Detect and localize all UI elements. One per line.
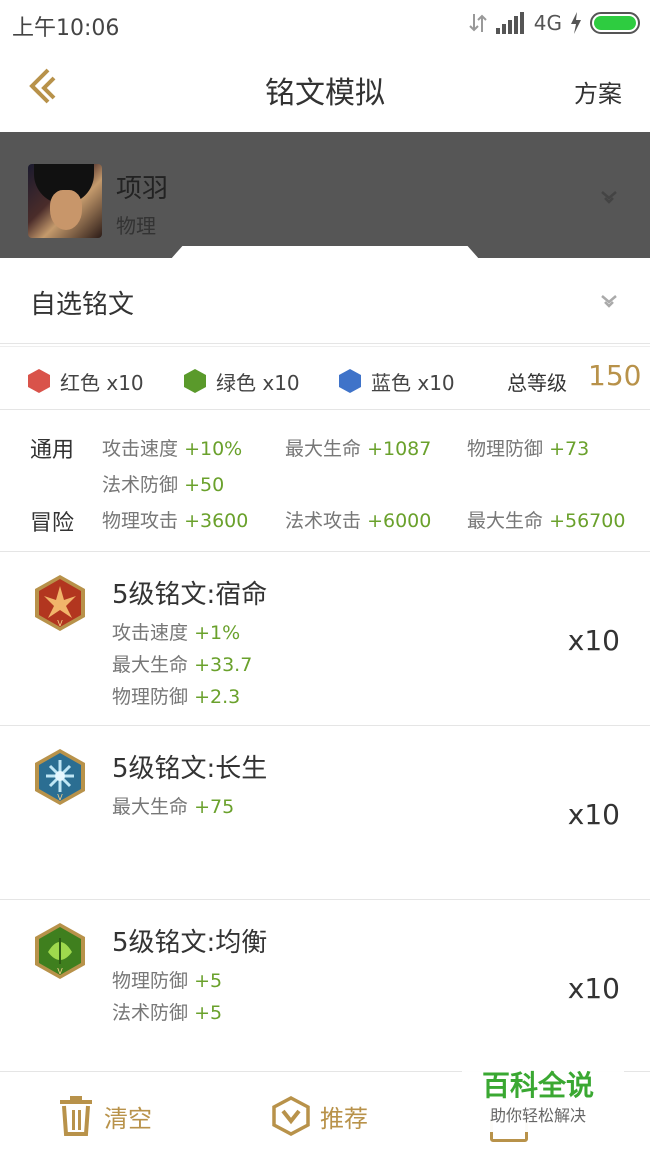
rune-attr: 攻击速度 +1% [112,622,241,644]
chevron-down-icon [601,295,617,308]
red-rune-icon: V [35,575,85,631]
page-title: 铭文模拟 [265,76,385,111]
svg-text:V: V [57,619,63,628]
color-summary: 红色 x10 绿色 x10 蓝色 x10 总等级 150 [0,346,650,410]
trash-icon [60,1096,92,1136]
charging-icon [571,12,581,34]
status-icons: 4G [468,8,640,38]
stat-item: 最大生命 +56700 [467,510,626,532]
rune-title: 5级铭文:长生 [112,754,268,784]
red-gem-icon [28,369,50,393]
rune-item[interactable]: V 5级铭文:长生 最大生命 +75 x10 [0,726,650,900]
chevron-down-icon [601,191,617,204]
rune-attr: 法术防御 +5 [112,1002,223,1024]
green-count: 绿色 x10 [216,371,300,395]
blue-count: 蓝色 x10 [371,371,455,395]
signal-icon [495,12,524,34]
watermark-title: 百科全说 [482,1069,595,1102]
rune-item[interactable]: V 5级铭文:宿命 攻击速度 +1% 最大生命 +33.7 物理防御 +2.3 … [0,552,650,726]
status-time: 上午10:06 [12,16,120,41]
hero-type: 物理 [116,214,156,238]
hero-name: 项羽 [116,174,169,204]
stat-item: 最大生命 +1087 [285,438,432,460]
svg-text:V: V [57,967,63,976]
hero-selector[interactable]: 项羽 物理 [0,132,650,258]
rune-attr: 物理防御 +5 [112,970,223,992]
watermark: 百科全说 助你轻松解决 [462,1060,624,1132]
network-type: 4G [533,11,562,35]
battery-icon [590,12,640,34]
hero-avatar [28,164,102,238]
blue-rune-icon: V [35,749,85,805]
recommend-button[interactable]: 推荐 [272,1096,368,1136]
rune-attr: 最大生命 +75 [112,796,235,818]
stat-category-general: 通用 [30,438,75,463]
rune-count: x10 [567,972,620,1005]
clear-button[interactable]: 清空 [58,1096,152,1136]
rune-title: 5级铭文:宿命 [112,580,268,610]
rune-count: x10 [567,798,620,831]
scheme-button[interactable]: 方案 [574,74,622,109]
stat-category-adventure: 冒险 [30,511,75,536]
battery-level [594,16,636,30]
watermark-subtitle: 助你轻松解决 [490,1106,587,1125]
green-rune-icon: V [35,923,85,979]
recommend-label: 推荐 [320,1104,368,1133]
status-bar: 上午10:06 4G [0,0,650,48]
total-level-value: 150 [588,359,642,392]
rune-attr: 物理防御 +2.3 [112,686,241,708]
red-count: 红色 x10 [60,371,144,395]
stat-item: 攻击速度 +10% [102,438,243,460]
rune-title: 5级铭文:均衡 [112,928,268,958]
stat-item: 物理攻击 +3600 [102,510,249,532]
stat-item: 法术防御 +50 [102,474,225,496]
app-header: 铭文模拟 方案 [0,48,650,132]
rune-count: x10 [567,624,620,657]
stat-item: 法术攻击 +6000 [285,510,432,532]
stat-item: 物理防御 +73 [467,438,590,460]
clear-label: 清空 [104,1104,152,1133]
rune-item[interactable]: V 5级铭文:均衡 物理防御 +5 法术防御 +5 x10 [0,900,650,1071]
green-gem-icon [184,369,206,393]
self-select-label: 自选铭文 [30,290,135,320]
rune-attr: 最大生命 +33.7 [112,654,253,676]
total-level-label: 总等级 [507,371,567,395]
data-transfer-icon [469,14,487,32]
self-select-dropdown[interactable]: 自选铭文 [0,258,650,344]
stats-panel: 通用 攻击速度 +10% 最大生命 +1087 物理防御 +73 法术防御 +5… [0,412,650,552]
blue-gem-icon [339,369,361,393]
recommend-icon [272,1096,310,1136]
svg-text:V: V [57,793,63,802]
